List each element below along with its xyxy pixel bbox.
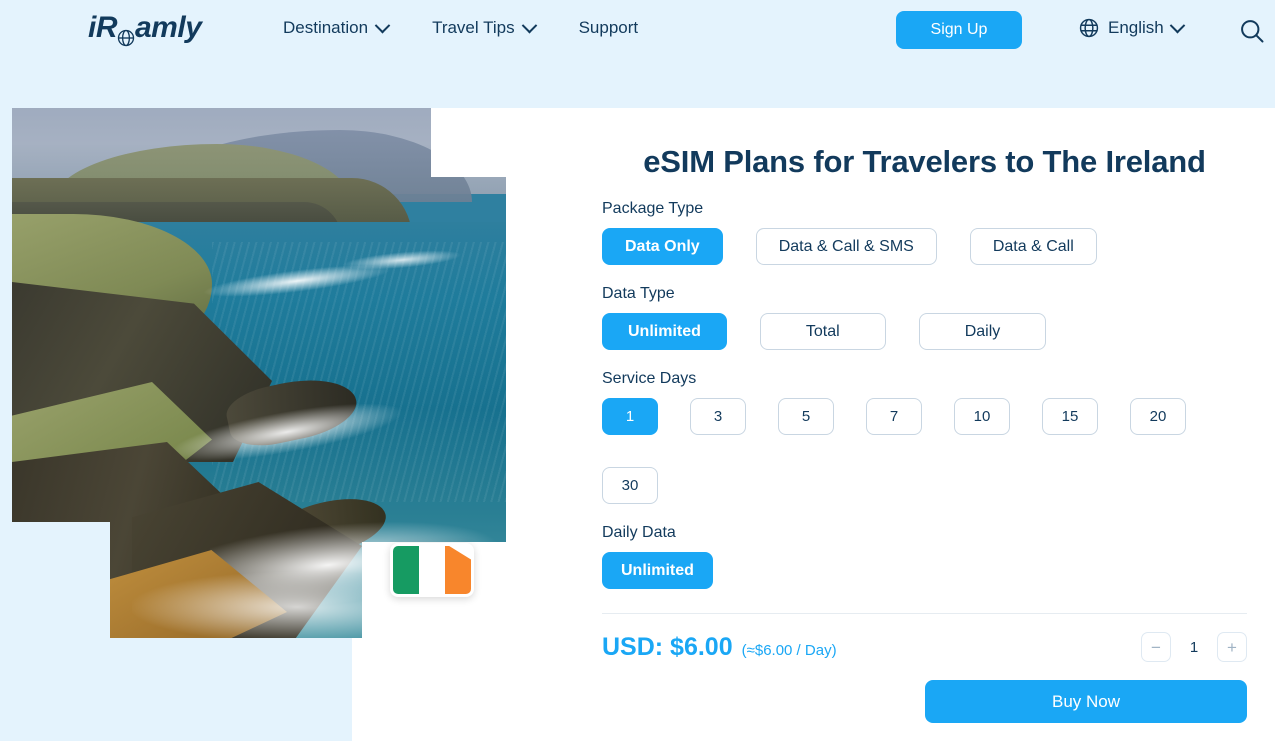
service-days-label: Service Days	[602, 370, 697, 387]
nav-item-travel-tips[interactable]: Travel Tips	[432, 17, 537, 38]
quantity-stepper: − 1 +	[1141, 632, 1247, 662]
service-days-option-30[interactable]: 30	[602, 467, 658, 504]
service-days-option-20[interactable]: 20	[1130, 398, 1186, 435]
buy-row: Buy Now	[602, 680, 1247, 723]
daily-data-group: Daily Data Unlimited	[602, 524, 1247, 589]
buy-now-button[interactable]: Buy Now	[925, 680, 1247, 723]
nav-item-support[interactable]: Support	[579, 18, 639, 38]
search-icon	[1238, 20, 1266, 48]
globe-icon	[1078, 17, 1100, 39]
package-type-label: Package Type	[602, 200, 704, 217]
daily-data-label: Daily Data	[602, 524, 676, 541]
quantity-value: 1	[1189, 638, 1199, 656]
language-selector[interactable]: English	[1078, 17, 1186, 39]
price-total: USD: $6.00	[602, 632, 733, 661]
package-type-option-data-only[interactable]: Data Only	[602, 228, 723, 265]
logo[interactable]: iR amly	[88, 11, 202, 47]
daily-data-options: Unlimited	[602, 552, 1247, 589]
price-per-day: (≈$6.00 / Day)	[741, 641, 837, 659]
chevron-down-icon	[1169, 17, 1186, 33]
price-row: USD: $6.00 (≈$6.00 / Day) − 1 +	[602, 632, 1247, 662]
globe-icon	[117, 21, 135, 47]
price-display: USD: $6.00 (≈$6.00 / Day)	[602, 633, 837, 662]
data-type-options: Unlimited Total Daily	[602, 313, 1247, 350]
service-days-group: Service Days 1 3 5 7 10 15 20 30	[602, 370, 1247, 504]
service-days-option-3[interactable]: 3	[690, 398, 746, 435]
data-type-label: Data Type	[602, 285, 675, 302]
page-title: eSIM Plans for Travelers to The Ireland	[643, 144, 1206, 179]
package-type-option-data-call[interactable]: Data & Call	[969, 228, 1097, 265]
package-type-options: Data Only Data & Call & SMS Data & Call	[602, 228, 1247, 265]
logo-text-part-1: iR	[88, 11, 118, 44]
data-type-group: Data Type Unlimited Total Daily	[602, 285, 1247, 350]
nav-item-travel-tips-label: Travel Tips	[432, 18, 515, 37]
chevron-down-icon	[374, 17, 391, 33]
service-days-option-1[interactable]: 1	[602, 398, 658, 435]
service-days-options: 1 3 5 7 10 15 20 30	[602, 398, 1222, 504]
page-root: iR amly Destination Travel Tips Support …	[0, 0, 1275, 741]
logo-text-part-2: amly	[135, 11, 202, 44]
data-type-option-unlimited[interactable]: Unlimited	[602, 313, 727, 350]
package-type-option-data-call-sms[interactable]: Data & Call & SMS	[755, 228, 937, 265]
nav-item-destination[interactable]: Destination	[283, 17, 391, 38]
service-days-option-15[interactable]: 15	[1042, 398, 1098, 435]
section-divider	[602, 613, 1247, 614]
quantity-decrease-button[interactable]: −	[1141, 632, 1171, 662]
language-label: English	[1108, 18, 1164, 37]
data-type-option-daily[interactable]: Daily	[918, 313, 1047, 350]
service-days-option-7[interactable]: 7	[866, 398, 922, 435]
service-days-option-5[interactable]: 5	[778, 398, 834, 435]
ireland-flag-icon	[393, 546, 471, 594]
plan-configurator: eSIM Plans for Travelers to The Ireland …	[602, 108, 1247, 723]
search-button[interactable]	[1238, 17, 1266, 45]
main-nav: Destination Travel Tips Support	[283, 17, 639, 38]
site-header: iR amly Destination Travel Tips Support …	[0, 0, 1275, 108]
daily-data-option-unlimited[interactable]: Unlimited	[602, 552, 713, 589]
quantity-increase-button[interactable]: +	[1217, 632, 1247, 662]
nav-item-support-label: Support	[578, 18, 639, 37]
nav-item-destination-label: Destination	[283, 18, 369, 37]
package-type-group: Package Type Data Only Data & Call & SMS…	[602, 200, 1247, 265]
chevron-down-icon	[521, 17, 537, 33]
country-flag-badge	[390, 543, 474, 597]
data-type-option-total[interactable]: Total	[759, 313, 886, 350]
sign-up-button[interactable]: Sign Up	[896, 11, 1022, 49]
service-days-option-10[interactable]: 10	[954, 398, 1010, 435]
